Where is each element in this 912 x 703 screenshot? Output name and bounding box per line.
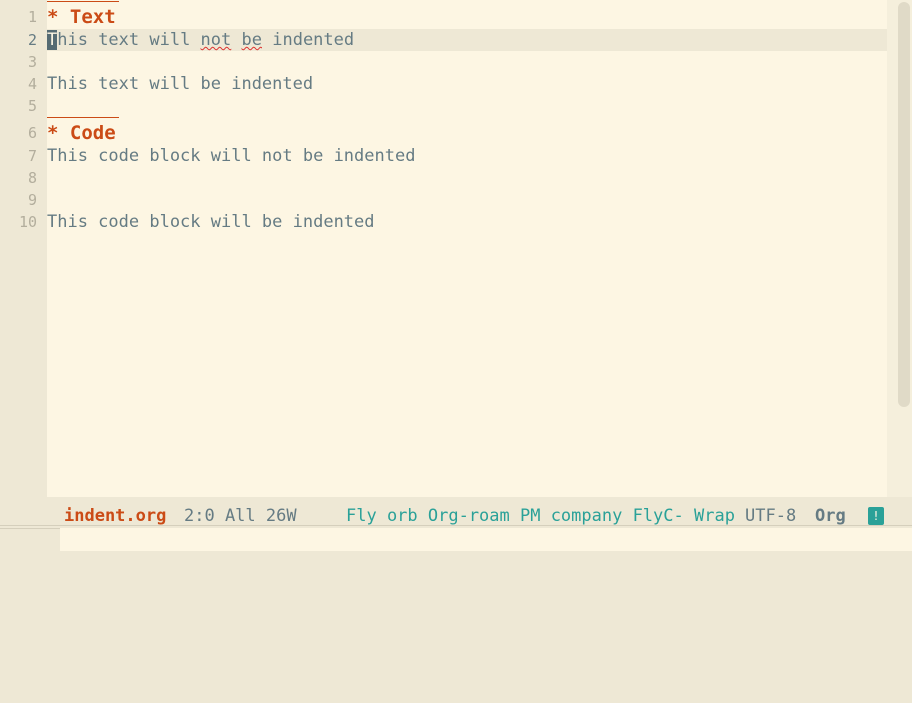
minor-modes[interactable]: Fly orb Org-roam PM company FlyC- Wrap (346, 505, 735, 527)
line-number: 6 (27, 124, 37, 142)
modeline-divider (0, 525, 912, 526)
buffer-line[interactable]: 7 This code block will not be indented (0, 145, 887, 167)
line-number: 8 (27, 169, 37, 187)
buffer-line[interactable]: 5 (0, 95, 887, 117)
line-number: 4 (27, 75, 37, 93)
buffer-line[interactable]: 10 This code block will be indented (0, 211, 887, 233)
minibuffer-fringe (0, 528, 60, 552)
text-cursor: T (47, 30, 58, 50)
line-text[interactable]: This code block will be indented (47, 211, 375, 233)
buffer-line[interactable]: 9 (0, 189, 887, 211)
line-number: 3 (27, 53, 37, 71)
heading-overline (47, 1, 119, 2)
line-number: 7 (27, 147, 37, 165)
line-number: 5 (27, 97, 37, 115)
flycheck-status-icon[interactable]: ! (868, 507, 884, 525)
line-text[interactable]: This text will be indented (47, 73, 313, 95)
org-heading-text[interactable]: * Code (47, 122, 116, 144)
line-number: 1 (27, 8, 37, 26)
line-text[interactable]: This code block will not be indented (47, 145, 415, 167)
text-segment: indented (262, 30, 355, 50)
buffer-line[interactable]: 6 * Code (0, 122, 887, 144)
evil-state-icon (12, 505, 72, 546)
encoding-indicator[interactable]: UTF-8 (745, 505, 796, 527)
buffer-line[interactable]: 8 (0, 167, 887, 189)
buffer-line[interactable]: 4 This text will be indented (0, 73, 887, 95)
spellcheck-error-word[interactable]: not (201, 30, 232, 50)
heading-overline (47, 117, 119, 118)
buffer-line[interactable]: 1 * Text (0, 6, 887, 28)
major-mode[interactable]: Org (815, 505, 846, 527)
text-segment (231, 30, 241, 50)
line-number: 9 (27, 191, 37, 209)
current-line-text[interactable]: This text will not be indented (47, 29, 354, 51)
buffer-line[interactable]: 3 (0, 51, 887, 73)
floppy-disk-icon[interactable] (38, 505, 96, 546)
minibuffer[interactable] (0, 528, 912, 551)
text-segment: his text will (57, 30, 201, 50)
scrollbar-thumb[interactable] (898, 2, 910, 407)
spellcheck-error-word[interactable]: be (242, 30, 262, 50)
mode-line: indent.org 2:0 All 26W Fly orb Org-roam … (0, 505, 912, 546)
org-heading-text[interactable]: * Text (47, 6, 116, 28)
buffer-name[interactable]: indent.org (64, 505, 166, 527)
line-number: 10 (18, 213, 37, 231)
buffer-line-current[interactable]: 2 This text will not be indented (0, 29, 887, 51)
cursor-position: 2:0 All 26W (184, 506, 297, 526)
line-number: 2 (27, 31, 37, 49)
